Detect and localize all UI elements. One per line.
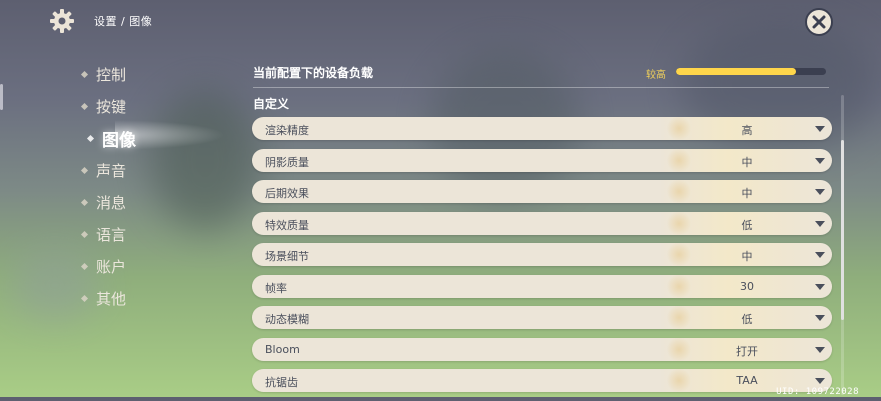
setting-label: 阴影质量: [265, 155, 309, 169]
sidebar-item-label: 语言: [96, 225, 127, 244]
row-ornament: [664, 306, 694, 329]
setting-label: 渲染精度: [265, 124, 309, 137]
setting-label: 抗锯齿: [265, 376, 298, 389]
setting-label: 后期效果: [265, 187, 309, 200]
row-ornament: [664, 148, 694, 172]
setting-value: 中: [741, 155, 753, 169]
setting-value: 高: [741, 124, 753, 137]
setting-row-bloom[interactable]: Bloom 打开: [252, 337, 832, 361]
sidebar-item-language[interactable]: 语言: [80, 218, 136, 250]
uid-label: UID: 109722028: [776, 387, 859, 397]
sidebar-item-messages[interactable]: 消息: [80, 186, 136, 218]
diamond-bullet-icon: [80, 198, 89, 206]
setting-row-scene-detail[interactable]: 场景细节 中: [252, 243, 832, 266]
device-load-level: 较高: [646, 70, 666, 81]
setting-label: 帧率: [265, 281, 287, 295]
diamond-bullet-icon: [80, 166, 89, 174]
section-title-custom: 自定义: [253, 97, 290, 111]
sidebar: 控制 按键 图像 声音 消息 语言 账户 其他: [80, 58, 136, 314]
dropdown-arrow-icon[interactable]: [815, 346, 825, 353]
diamond-bullet-icon: [80, 230, 89, 238]
sidebar-item-graphics[interactable]: 图像: [86, 122, 136, 154]
close-button[interactable]: [805, 8, 833, 36]
device-load-title: 当前配置下的设备负载: [253, 66, 374, 80]
row-ornament: [664, 117, 694, 140]
setting-row-shadow-quality[interactable]: 阴影质量 中: [252, 148, 832, 172]
dropdown-arrow-icon[interactable]: [815, 220, 825, 227]
diamond-bullet-icon: [86, 134, 95, 142]
device-load-bar: [676, 68, 826, 75]
setting-row-anti-aliasing[interactable]: 抗锯齿 TAA: [252, 369, 832, 392]
sidebar-item-label: 控制: [96, 65, 127, 84]
setting-row-frame-rate[interactable]: 帧率 30: [252, 274, 832, 298]
diamond-bullet-icon: [80, 262, 89, 270]
dropdown-arrow-icon[interactable]: [815, 283, 825, 290]
dropdown-arrow-icon[interactable]: [815, 315, 825, 321]
setting-row-post-processing[interactable]: 后期效果 中: [252, 180, 832, 203]
setting-label: 动态模糊: [265, 313, 309, 326]
device-load-bar-fill: [676, 68, 796, 75]
diamond-bullet-icon: [80, 102, 89, 110]
sidebar-item-label: 消息: [96, 193, 127, 212]
row-ornament: [664, 211, 694, 235]
setting-row-effects-quality[interactable]: 特效质量 低: [252, 211, 832, 235]
dropdown-arrow-icon[interactable]: [815, 157, 825, 164]
sidebar-item-keys[interactable]: 按键: [80, 90, 136, 122]
background-tree: [150, 90, 260, 230]
sidebar-item-audio[interactable]: 声音: [80, 154, 136, 186]
setting-label: 特效质量: [265, 218, 309, 232]
sidebar-item-label: 其他: [96, 289, 127, 308]
diamond-bullet-icon: [80, 70, 89, 78]
header: 设置 / 图像: [48, 8, 152, 34]
setting-value: 中: [741, 187, 753, 200]
setting-value: 30: [740, 279, 754, 293]
setting-value: 中: [741, 250, 753, 263]
dropdown-arrow-icon[interactable]: [815, 378, 825, 384]
breadcrumb: 设置 / 图像: [94, 15, 153, 28]
setting-label: 场景细节: [265, 250, 309, 263]
sidebar-item-label: 图像: [102, 130, 136, 151]
close-icon: [812, 15, 826, 29]
setting-value: 低: [741, 218, 753, 232]
row-ornament: [664, 180, 694, 203]
sidebar-item-label: 按键: [96, 97, 127, 116]
settings-list: 渲染精度 高 阴影质量 中 后期效果 中 特效质量 低 场景细节 中 帧率 30…: [252, 117, 832, 401]
setting-row-motion-blur[interactable]: 动态模糊 低: [252, 306, 832, 329]
sidebar-item-label: 声音: [96, 161, 127, 180]
sidebar-item-controls[interactable]: 控制: [80, 58, 136, 90]
setting-value: TAA: [736, 374, 758, 387]
dropdown-arrow-icon[interactable]: [815, 189, 825, 195]
setting-row-render-resolution[interactable]: 渲染精度 高: [252, 117, 832, 140]
sidebar-item-account[interactable]: 账户: [80, 250, 136, 282]
row-ornament: [664, 337, 694, 361]
diamond-bullet-icon: [80, 294, 89, 302]
scrollbar-thumb[interactable]: [841, 140, 844, 320]
row-ornament: [664, 369, 694, 392]
divider: [253, 87, 829, 88]
setting-value: 低: [741, 313, 753, 326]
dropdown-arrow-icon[interactable]: [815, 126, 825, 132]
setting-value: 打开: [736, 344, 758, 358]
left-edge-indicator: [0, 84, 3, 110]
sidebar-item-other[interactable]: 其他: [80, 282, 136, 314]
setting-label: Bloom: [265, 342, 300, 356]
dropdown-arrow-icon[interactable]: [815, 252, 825, 258]
row-ornament: [664, 243, 694, 266]
row-ornament: [664, 274, 694, 298]
sidebar-item-label: 账户: [96, 257, 127, 276]
gear-icon: [48, 7, 76, 35]
